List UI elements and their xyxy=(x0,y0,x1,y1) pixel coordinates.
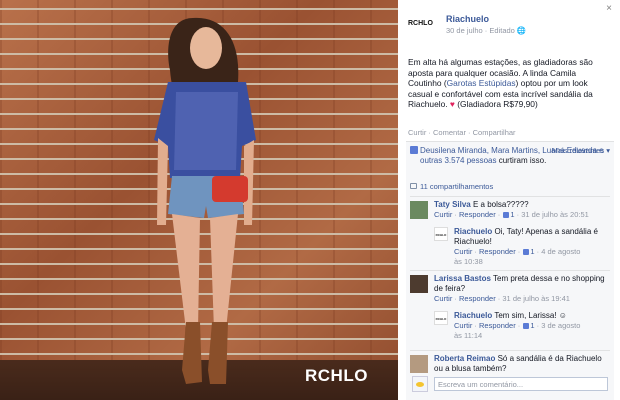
feedback-section: Deusilena Miranda, Mara Martins, Luana E… xyxy=(406,141,614,400)
actions-sep-1: · xyxy=(426,128,434,137)
post-side-panel: × RCHLO Riachuelo 30 de julho · Editado … xyxy=(398,0,620,400)
comment-order-dropdown[interactable]: Mais relevantes ▾ xyxy=(552,146,610,155)
globe-icon: 🌐 xyxy=(516,26,527,35)
reply-time-line2[interactable]: às 11:14 xyxy=(454,331,604,341)
reply-avatar[interactable]: RCHLO xyxy=(434,311,448,325)
commenter-name[interactable]: Taty Silva xyxy=(434,200,471,209)
page-avatar[interactable]: RCHLO xyxy=(408,20,434,40)
reply-text: Tem sim, Larissa! xyxy=(492,311,559,320)
comment-text: E a bolsa????? xyxy=(470,200,529,209)
comment-reply-button[interactable]: Responder xyxy=(459,210,496,219)
brand-logo-watermark: RCHLO xyxy=(305,366,368,385)
comment-like-button[interactable]: Curtir xyxy=(434,294,452,303)
reply-avatar[interactable]: RCHLO xyxy=(434,227,448,241)
edited-label[interactable]: Editado xyxy=(489,26,514,35)
meta-separator: · xyxy=(484,26,488,35)
comment-time[interactable]: 31 de julho às 19:41 xyxy=(502,294,570,303)
smiley-emoji-icon: ☺ xyxy=(558,311,567,320)
reply-body: Riachuelo Oi, Taty! Apenas a sandália é … xyxy=(454,227,604,267)
reply-time-line1[interactable]: 4 de agosto xyxy=(541,247,580,256)
post-meta: 30 de julho · Editado 🌐 xyxy=(446,26,526,35)
close-icon[interactable]: × xyxy=(604,4,614,14)
reply-author-name[interactable]: Riachuelo xyxy=(454,311,492,320)
comment-like-button[interactable]: Curtir xyxy=(434,210,452,219)
comment-body: Taty Silva E a bolsa????? Curtir · Respo… xyxy=(434,200,609,220)
share-button[interactable]: Compartilhar xyxy=(473,128,516,137)
comment-reply-button[interactable]: Responder xyxy=(459,294,496,303)
comment-body: Roberta Reimao Só a sandália é da Riachu… xyxy=(434,354,609,374)
comment-like-count[interactable]: 1 xyxy=(510,210,514,219)
like-thumb-icon xyxy=(410,146,418,154)
commenter-avatar[interactable] xyxy=(410,201,428,219)
share-icon xyxy=(410,183,417,189)
post-photo[interactable]: RCHLO xyxy=(0,0,398,400)
comment-time[interactable]: 31 de julho às 20:51 xyxy=(521,210,589,219)
model-figure xyxy=(154,17,256,384)
reply-like-button[interactable]: Curtir xyxy=(454,247,472,256)
likes-suffix: curtiram isso. xyxy=(496,156,547,165)
reply-like-thumb-icon xyxy=(523,249,530,255)
reply-time-line2[interactable]: às 10:38 xyxy=(454,257,604,267)
reply-time-line1[interactable]: 3 de agosto xyxy=(541,321,580,330)
post-date-link[interactable]: 30 de julho xyxy=(446,26,483,35)
reply-item: RCHLO Riachuelo Oi, Taty! Apenas a sandá… xyxy=(434,224,606,267)
other-likers-link[interactable]: outras 3.574 pessoas xyxy=(420,156,497,165)
comment-like-thumb-icon xyxy=(503,212,510,218)
shares-count-link[interactable]: 11 compartilhamentos xyxy=(420,182,493,191)
comment-input[interactable] xyxy=(434,377,608,391)
reply-meta: Curtir · Responder · 1 · 3 de agosto às … xyxy=(454,321,604,341)
post-actions: Curtir · Comentar · Compartilhar xyxy=(408,128,516,137)
page-avatar-text: RCHLO xyxy=(408,20,433,27)
reply-author-name[interactable]: Riachuelo xyxy=(454,227,492,236)
reply-like-button[interactable]: Curtir xyxy=(454,321,472,330)
reply-like-thumb-icon xyxy=(523,323,530,329)
shares-summary: 11 compartilhamentos xyxy=(410,182,493,191)
comment-item: Roberta Reimao Só a sandália é da Riachu… xyxy=(410,350,610,374)
reply-like-count[interactable]: 1 xyxy=(530,247,534,256)
page-name-link[interactable]: Riachuelo xyxy=(446,14,489,24)
comment-meta: Curtir · Responder · 1 · 31 de julho às … xyxy=(434,210,589,219)
reply-item: RCHLO Riachuelo Tem sim, Larissa! ☺ Curt… xyxy=(434,308,606,348)
post-header: RCHLO Riachuelo 30 de julho · Editado 🌐 xyxy=(408,14,608,44)
reply-body: Riachuelo Tem sim, Larissa! ☺ Curtir · R… xyxy=(454,311,604,341)
post-text-part3: (Gladiadora R$79,90) xyxy=(454,99,538,109)
commenter-name[interactable]: Larissa Bastos xyxy=(434,274,491,283)
post-message: Em alta há algumas estações, as gladiado… xyxy=(408,57,608,110)
reply-reply-button[interactable]: Responder xyxy=(479,247,516,256)
commenter-avatar[interactable] xyxy=(410,355,428,373)
reply-like-count[interactable]: 1 xyxy=(530,321,534,330)
commenter-name[interactable]: Roberta Reimao xyxy=(434,354,495,363)
comment-body: Larissa Bastos Tem preta dessa e no shop… xyxy=(434,274,609,304)
reply-reply-button[interactable]: Responder xyxy=(479,321,516,330)
post-text-tag-link[interactable]: Garotas Estúpidas xyxy=(447,78,516,88)
comment-button[interactable]: Comentar xyxy=(433,128,466,137)
comment-composer xyxy=(410,374,610,394)
current-user-avatar xyxy=(412,376,428,392)
actions-sep-2: · xyxy=(465,128,473,137)
comment-meta: Curtir · Responder · 31 de julho às 19:4… xyxy=(434,294,570,303)
like-button[interactable]: Curtir xyxy=(408,128,426,137)
commenter-avatar[interactable] xyxy=(410,275,428,293)
comment-item: Larissa Bastos Tem preta dessa e no shop… xyxy=(410,270,610,304)
reply-meta: Curtir · Responder · 1 · 4 de agosto às … xyxy=(454,247,604,267)
